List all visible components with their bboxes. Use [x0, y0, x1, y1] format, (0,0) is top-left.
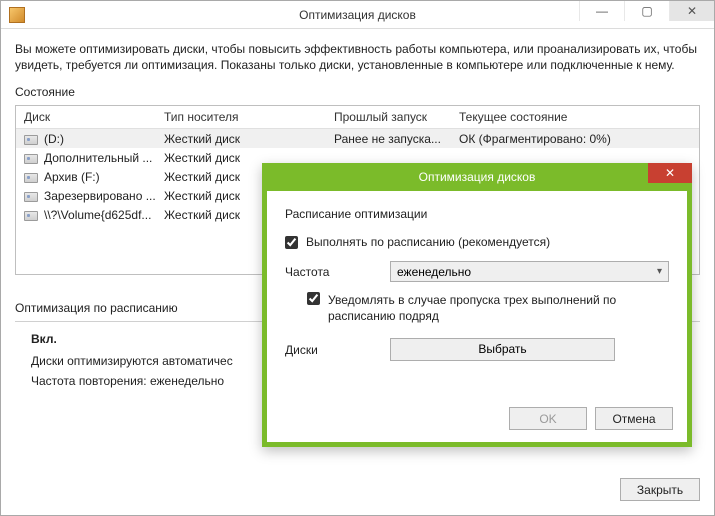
- th-last-run[interactable]: Прошлый запуск: [334, 110, 459, 124]
- th-media-type[interactable]: Тип носителя: [164, 110, 334, 124]
- cell-disk: Дополнительный ...: [24, 151, 164, 165]
- dialog-close-button[interactable]: ✕: [648, 163, 692, 183]
- drive-icon: [24, 154, 38, 164]
- chevron-down-icon: ▾: [657, 266, 662, 277]
- window-controls: — ▢ ✕: [579, 1, 714, 28]
- state-label: Состояние: [15, 85, 700, 99]
- notify-label: Уведомлять в случае пропуска трех выполн…: [328, 292, 669, 324]
- maximize-button[interactable]: ▢: [624, 1, 669, 21]
- frequency-label: Частота: [285, 265, 390, 279]
- frequency-value: еженедельно: [397, 265, 471, 279]
- cell-last: Ранее не запуска...: [334, 132, 459, 146]
- cell-disk: Зарезервировано ...: [24, 189, 164, 203]
- dialog-heading: Расписание оптимизации: [285, 207, 669, 221]
- th-disk[interactable]: Диск: [24, 110, 164, 124]
- table-header: Диск Тип носителя Прошлый запуск Текущее…: [16, 106, 699, 129]
- app-icon: [9, 7, 25, 23]
- run-on-schedule-label: Выполнять по расписанию (рекомендуется): [306, 235, 550, 249]
- close-icon: ✕: [665, 166, 675, 180]
- footer: Закрыть: [1, 468, 714, 515]
- disks-row: Диски Выбрать: [285, 338, 669, 361]
- cell-disk: Архив (F:): [24, 170, 164, 184]
- dialog-titlebar: Оптимизация дисков ✕: [262, 163, 692, 191]
- choose-disks-button[interactable]: Выбрать: [390, 338, 615, 361]
- th-state[interactable]: Текущее состояние: [459, 110, 691, 124]
- dialog-body: Расписание оптимизации Выполнять по расп…: [267, 191, 687, 407]
- close-window-button[interactable]: Закрыть: [620, 478, 700, 501]
- drive-icon: [24, 173, 38, 183]
- drive-icon: [24, 192, 38, 202]
- intro-text: Вы можете оптимизировать диски, чтобы по…: [15, 41, 700, 73]
- drive-icon: [24, 211, 38, 221]
- run-on-schedule-row: Выполнять по расписанию (рекомендуется): [285, 235, 669, 249]
- minimize-button[interactable]: —: [579, 1, 624, 21]
- dialog-footer: OK Отмена: [267, 407, 687, 442]
- run-on-schedule-checkbox[interactable]: [285, 236, 298, 249]
- drive-icon: [24, 135, 38, 145]
- notify-checkbox[interactable]: [307, 292, 320, 305]
- frequency-select[interactable]: еженедельно ▾: [390, 261, 669, 282]
- close-button[interactable]: ✕: [669, 1, 714, 21]
- cell-disk: (D:): [24, 132, 164, 146]
- schedule-dialog: Оптимизация дисков ✕ Расписание оптимиза…: [262, 163, 692, 447]
- titlebar: Оптимизация дисков — ▢ ✕: [1, 1, 714, 29]
- cell-disk: \\?\Volume{d625df...: [24, 208, 164, 222]
- notify-row: Уведомлять в случае пропуска трех выполн…: [307, 292, 669, 324]
- cancel-button[interactable]: Отмена: [595, 407, 673, 430]
- disks-label: Диски: [285, 343, 390, 357]
- ok-button[interactable]: OK: [509, 407, 587, 430]
- dialog-title: Оптимизация дисков: [419, 170, 536, 184]
- frequency-row: Частота еженедельно ▾: [285, 261, 669, 282]
- cell-state: ОК (Фрагментировано: 0%): [459, 132, 691, 146]
- table-row[interactable]: (D:)Жесткий дискРанее не запуска...ОК (Ф…: [16, 129, 699, 148]
- cell-type: Жесткий диск: [164, 132, 334, 146]
